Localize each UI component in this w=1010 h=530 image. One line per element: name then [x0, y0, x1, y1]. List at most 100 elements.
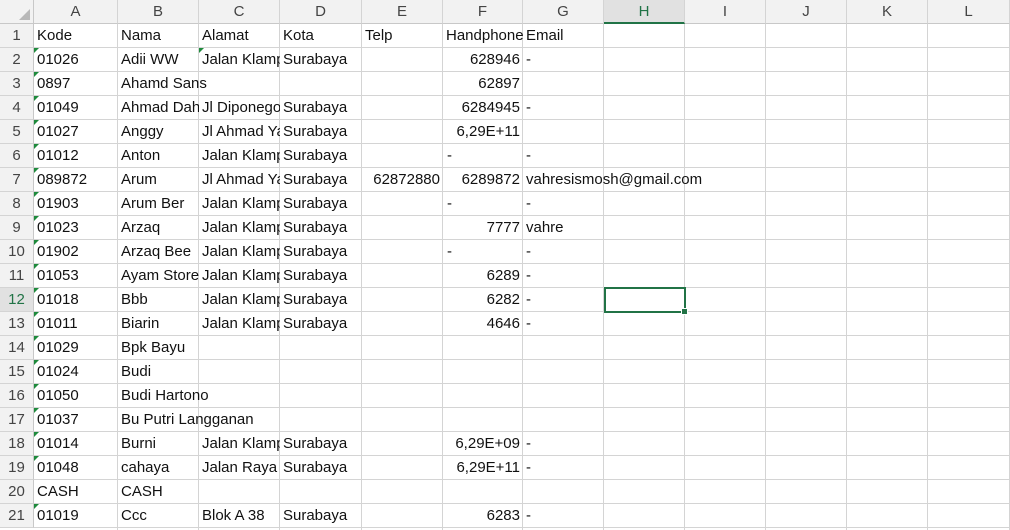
cell-a12[interactable]: 01018	[34, 288, 118, 312]
cell-k11[interactable]	[847, 264, 928, 288]
cell-l3[interactable]	[928, 72, 1010, 96]
row-header-10[interactable]: 10	[0, 240, 34, 264]
cell-e4[interactable]	[362, 96, 443, 120]
cell-b1[interactable]: Nama	[118, 24, 199, 48]
row-header-3[interactable]: 3	[0, 72, 34, 96]
cell-g7[interactable]: vahresismosh@gmail.com	[523, 168, 702, 192]
cell-h4[interactable]	[604, 96, 685, 120]
cell-f2[interactable]: 628946	[443, 48, 523, 72]
cell-a15[interactable]: 01024	[34, 360, 118, 384]
column-header-e[interactable]: E	[362, 0, 443, 24]
row-header-21[interactable]: 21	[0, 504, 34, 528]
column-header-l[interactable]: L	[928, 0, 1010, 24]
cell-f10[interactable]: -	[443, 240, 523, 264]
cell-b20[interactable]: CASH	[118, 480, 199, 504]
cell-e11[interactable]	[362, 264, 443, 288]
cell-f6[interactable]: -	[443, 144, 523, 168]
cell-i6[interactable]	[685, 144, 766, 168]
cell-k9[interactable]	[847, 216, 928, 240]
cell-e1[interactable]: Telp	[362, 24, 443, 48]
cell-d19[interactable]: Surabaya	[280, 456, 362, 480]
cell-c20[interactable]	[199, 480, 280, 504]
cell-a8[interactable]: 01903	[34, 192, 118, 216]
cell-l15[interactable]	[928, 360, 1010, 384]
cell-k10[interactable]	[847, 240, 928, 264]
row-header-11[interactable]: 11	[0, 264, 34, 288]
cell-f5[interactable]: 6,29E+11	[443, 120, 523, 144]
cell-k14[interactable]	[847, 336, 928, 360]
cell-d9[interactable]: Surabaya	[280, 216, 362, 240]
cell-k21[interactable]	[847, 504, 928, 528]
cell-h1[interactable]	[604, 24, 685, 48]
cell-j21[interactable]	[766, 504, 847, 528]
cell-d16[interactable]	[280, 384, 362, 408]
cell-k3[interactable]	[847, 72, 928, 96]
cell-a17[interactable]: 01037	[34, 408, 118, 432]
cell-a2[interactable]: 01026	[34, 48, 118, 72]
cell-d10[interactable]: Surabaya	[280, 240, 362, 264]
cell-g16[interactable]	[523, 384, 604, 408]
cell-f8[interactable]: -	[443, 192, 523, 216]
cell-l16[interactable]	[928, 384, 1010, 408]
cell-b10[interactable]: Arzaq Bee	[118, 240, 199, 264]
cell-j3[interactable]	[766, 72, 847, 96]
cell-i11[interactable]	[685, 264, 766, 288]
cell-d12[interactable]: Surabaya	[280, 288, 362, 312]
cell-a13[interactable]: 01011	[34, 312, 118, 336]
cell-e3[interactable]	[362, 72, 443, 96]
cell-c5[interactable]: Jl Ahmad Yani	[199, 120, 280, 144]
column-header-d[interactable]: D	[280, 0, 362, 24]
cell-h8[interactable]	[604, 192, 685, 216]
cell-c3[interactable]	[199, 72, 280, 96]
cell-i19[interactable]	[685, 456, 766, 480]
cell-d11[interactable]: Surabaya	[280, 264, 362, 288]
cell-h15[interactable]	[604, 360, 685, 384]
cell-j11[interactable]	[766, 264, 847, 288]
cell-a1[interactable]: Kode	[34, 24, 118, 48]
cell-l11[interactable]	[928, 264, 1010, 288]
column-header-c[interactable]: C	[199, 0, 280, 24]
cell-g2[interactable]: -	[523, 48, 604, 72]
active-cell-selection[interactable]	[604, 287, 688, 315]
cell-i16[interactable]	[685, 384, 766, 408]
cell-k12[interactable]	[847, 288, 928, 312]
cell-b21[interactable]: Ccc	[118, 504, 199, 528]
cell-e18[interactable]	[362, 432, 443, 456]
cell-g13[interactable]: -	[523, 312, 604, 336]
cell-j10[interactable]	[766, 240, 847, 264]
cell-h11[interactable]	[604, 264, 685, 288]
cell-g14[interactable]	[523, 336, 604, 360]
cell-b16[interactable]: Budi Hartono	[118, 384, 209, 408]
cell-d18[interactable]: Surabaya	[280, 432, 362, 456]
cell-d2[interactable]: Surabaya	[280, 48, 362, 72]
cell-j16[interactable]	[766, 384, 847, 408]
row-header-8[interactable]: 8	[0, 192, 34, 216]
cell-e13[interactable]	[362, 312, 443, 336]
cell-e6[interactable]	[362, 144, 443, 168]
cell-c9[interactable]: Jalan Klampis	[199, 216, 280, 240]
cell-l7[interactable]	[928, 168, 1010, 192]
cell-k20[interactable]	[847, 480, 928, 504]
cell-b4[interactable]: Ahmad Dahlan	[118, 96, 199, 120]
cell-e12[interactable]	[362, 288, 443, 312]
cell-j9[interactable]	[766, 216, 847, 240]
cell-a19[interactable]: 01048	[34, 456, 118, 480]
cell-i20[interactable]	[685, 480, 766, 504]
cell-g6[interactable]: -	[523, 144, 604, 168]
cell-h13[interactable]	[604, 312, 685, 336]
cell-b6[interactable]: Anton	[118, 144, 199, 168]
column-header-j[interactable]: J	[766, 0, 847, 24]
cell-b17[interactable]: Bu Putri Langganan	[118, 408, 254, 432]
cell-h19[interactable]	[604, 456, 685, 480]
cell-f18[interactable]: 6,29E+09	[443, 432, 523, 456]
cell-g8[interactable]: -	[523, 192, 604, 216]
cell-j7[interactable]	[766, 168, 847, 192]
row-header-17[interactable]: 17	[0, 408, 34, 432]
cell-i10[interactable]	[685, 240, 766, 264]
cell-b2[interactable]: Adii WW	[118, 48, 199, 72]
cell-a18[interactable]: 01014	[34, 432, 118, 456]
column-header-i[interactable]: I	[685, 0, 766, 24]
row-header-5[interactable]: 5	[0, 120, 34, 144]
cell-a3[interactable]: 0897	[34, 72, 118, 96]
cell-l1[interactable]	[928, 24, 1010, 48]
